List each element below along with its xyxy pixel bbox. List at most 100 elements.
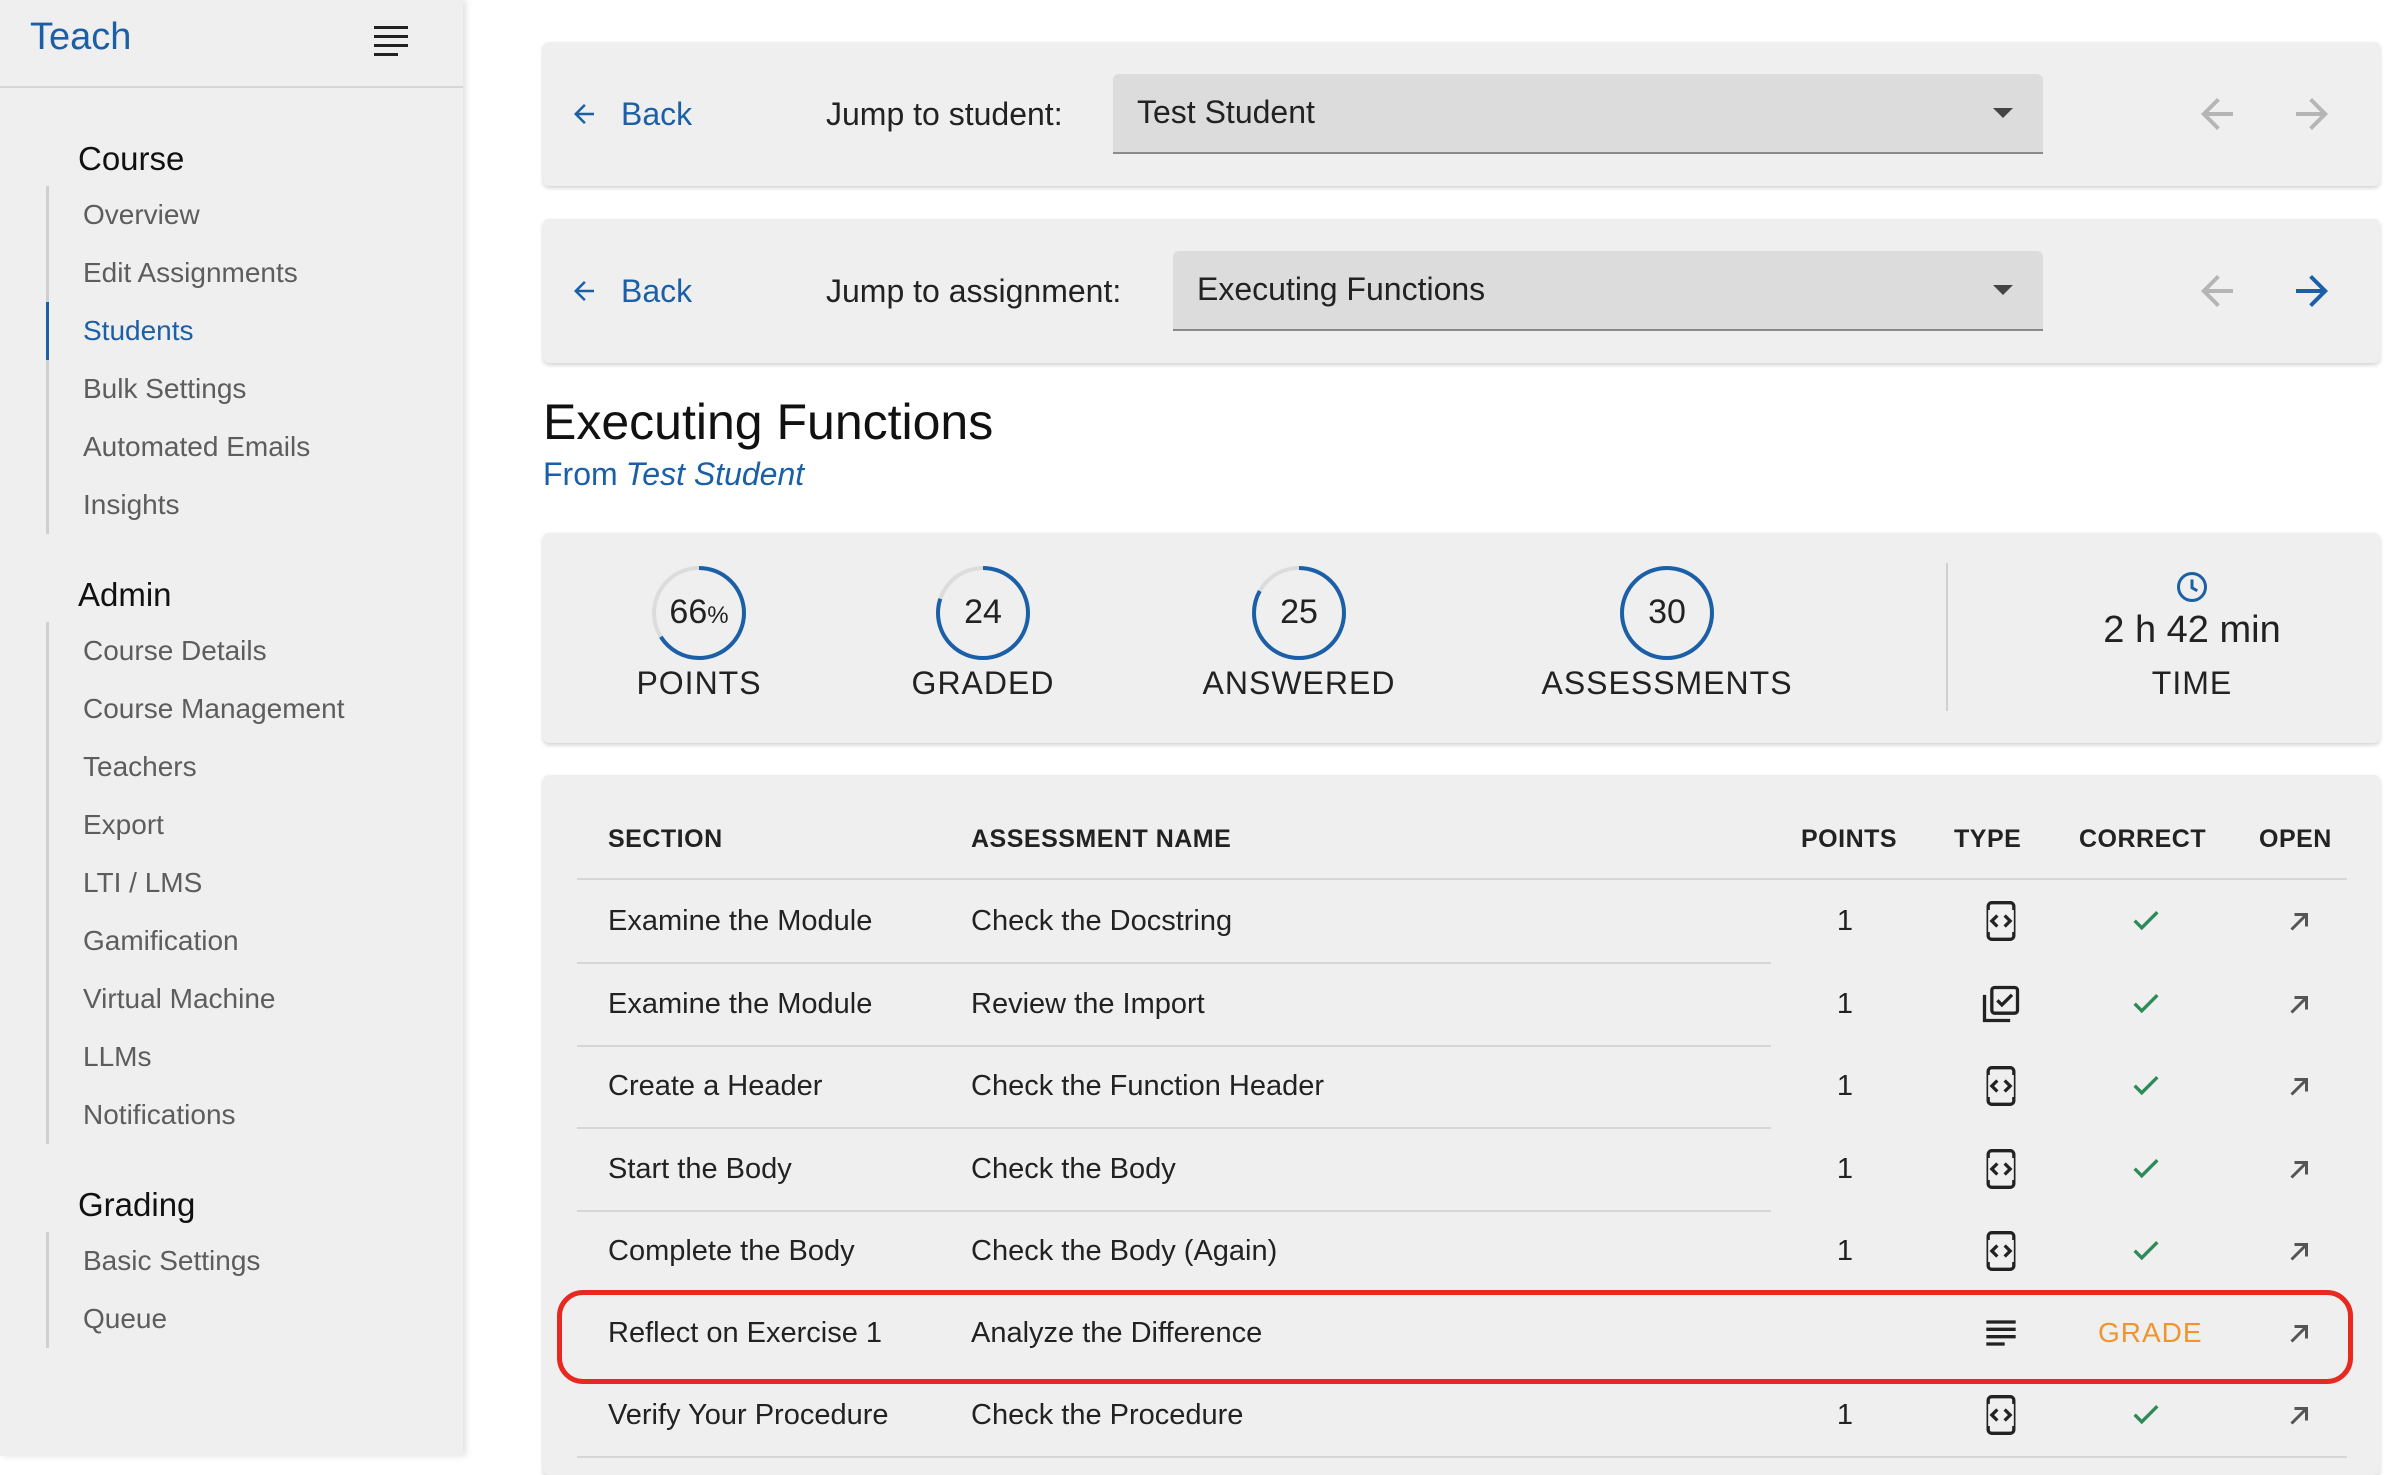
points-cell: 1 <box>1836 1235 1854 1267</box>
checkbox-list-icon <box>1982 985 2020 1023</box>
table-row[interactable]: Complete the Body Check the Body (Again)… <box>577 1210 2347 1292</box>
code-test-icon <box>1986 1231 2016 1271</box>
open-in-new-icon[interactable] <box>2281 904 2317 940</box>
sidebar: Teach Course Overview Edit Assignments S… <box>0 0 463 1456</box>
open-in-new-icon[interactable] <box>2281 1234 2317 1270</box>
sidebar-item-basic-settings[interactable]: Basic Settings <box>46 1232 260 1290</box>
nav-group-title: Admin <box>78 576 172 613</box>
back-button[interactable]: Back <box>569 84 692 144</box>
table-row[interactable]: Start the Body Check the Body 1 <box>577 1128 2347 1210</box>
sidebar-item-automated-emails[interactable]: Automated Emails <box>46 418 310 476</box>
column-header-section: SECTION <box>608 825 723 853</box>
brand-logo[interactable]: Teach <box>30 16 131 59</box>
graded-value: 24 <box>964 593 1002 631</box>
nav-group-course: Course Overview Edit Assignments Student… <box>46 140 310 534</box>
sidebar-item-lti-lms[interactable]: LTI / LMS <box>46 854 344 912</box>
sidebar-item-queue[interactable]: Queue <box>46 1290 260 1348</box>
sidebar-item-export[interactable]: Export <box>46 796 344 854</box>
nav-group-grading: Grading Basic Settings Queue <box>46 1186 260 1348</box>
chevron-down-icon <box>1993 285 2013 295</box>
back-label: Back <box>621 96 693 132</box>
assignment-select[interactable]: Executing Functions <box>1173 251 2043 331</box>
jump-to-student-label: Jump to student: <box>826 96 1063 132</box>
graded-label: GRADED <box>911 665 1055 701</box>
sidebar-item-bulk-settings[interactable]: Bulk Settings <box>46 360 310 418</box>
sidebar-item-edit-assignments[interactable]: Edit Assignments <box>46 244 310 302</box>
answered-label: ANSWERED <box>1202 665 1396 701</box>
assignment-nav-card: Back Jump to assignment: Executing Funct… <box>543 219 2380 363</box>
points-cell: 1 <box>1836 1070 1854 1102</box>
open-in-new-icon[interactable] <box>2281 1152 2317 1188</box>
open-in-new-icon[interactable] <box>2281 1069 2317 1105</box>
assessment-name-cell: Check the Function Header <box>971 1070 1325 1102</box>
nav-group-title: Grading <box>78 1186 196 1223</box>
sidebar-item-students[interactable]: Students <box>46 302 310 360</box>
check-icon <box>2133 1241 2159 1261</box>
points-cell: 1 <box>1836 905 1854 937</box>
chevron-down-icon <box>1993 108 2013 118</box>
sidebar-item-llms[interactable]: LLMs <box>46 1028 344 1086</box>
section-cell: Examine the Module <box>608 988 873 1020</box>
open-in-new-icon[interactable] <box>2281 987 2317 1023</box>
sidebar-item-insights[interactable]: Insights <box>46 476 310 534</box>
column-header-open: OPEN <box>2259 825 2332 853</box>
column-header-type: TYPE <box>1954 825 2022 853</box>
menu-icon[interactable] <box>374 26 408 56</box>
assessment-name-cell: Check the Body <box>971 1153 1176 1185</box>
nav-group-title: Course <box>78 140 185 177</box>
section-cell: Start the Body <box>608 1153 792 1185</box>
sidebar-item-teachers[interactable]: Teachers <box>46 738 344 796</box>
section-cell: Verify Your Procedure <box>608 1399 889 1431</box>
table-row[interactable]: Examine the Module Check the Docstring 1 <box>577 880 2347 962</box>
sidebar-item-gamification[interactable]: Gamification <box>46 912 344 970</box>
assessment-name-cell: Check the Procedure <box>971 1399 1244 1431</box>
next-student-arrow-icon[interactable] <box>2288 90 2336 138</box>
sidebar-header: Teach <box>0 0 463 88</box>
column-header-correct: CORRECT <box>2079 825 2207 853</box>
student-link[interactable]: Test Student <box>626 456 805 492</box>
assignment-select-value: Executing Functions <box>1197 271 1486 307</box>
sidebar-item-virtual-machine[interactable]: Virtual Machine <box>46 970 344 1028</box>
table-row[interactable]: Verify Your Procedure Check the Procedur… <box>577 1374 2347 1456</box>
time-value: 2 h 42 min <box>2103 609 2281 651</box>
check-icon <box>2133 994 2159 1014</box>
jump-to-assignment-label: Jump to assignment: <box>826 273 1122 309</box>
table-row[interactable]: Examine the Module Review the Import 1 <box>577 963 2347 1045</box>
section-cell: Examine the Module <box>608 905 873 937</box>
column-header-points: POINTS <box>1801 825 1898 853</box>
column-header-assessment-name: ASSESSMENT NAME <box>971 825 1232 853</box>
sidebar-item-overview[interactable]: Overview <box>46 186 310 244</box>
previous-assignment-arrow-icon[interactable] <box>2193 267 2241 315</box>
sidebar-item-notifications[interactable]: Notifications <box>46 1086 344 1144</box>
assessments-label: ASSESSMENTS <box>1541 665 1793 701</box>
assessment-name-cell: Check the Docstring <box>971 905 1233 937</box>
assessments-value: 30 <box>1648 593 1686 631</box>
assessment-name-cell: Review the Import <box>971 988 1205 1020</box>
sidebar-item-course-details[interactable]: Course Details <box>46 622 344 680</box>
sidebar-item-course-management[interactable]: Course Management <box>46 680 344 738</box>
previous-student-arrow-icon[interactable] <box>2193 90 2241 138</box>
code-test-icon <box>1986 901 2016 941</box>
page-subtitle: From Test Student <box>543 456 804 493</box>
check-icon <box>2133 911 2159 931</box>
back-label: Back <box>621 273 693 309</box>
code-test-icon <box>1986 1395 2016 1435</box>
nav-group-admin: Admin Course Details Course Management T… <box>46 576 344 1144</box>
arrow-left-icon <box>574 104 594 124</box>
section-cell: Complete the Body <box>608 1235 855 1267</box>
back-button[interactable]: Back <box>569 261 692 321</box>
clock-icon <box>2177 572 2207 602</box>
points-value: 66% <box>669 593 729 631</box>
next-assignment-arrow-icon[interactable] <box>2288 267 2336 315</box>
check-icon <box>2133 1076 2159 1096</box>
page-title: Executing Functions <box>543 394 994 450</box>
check-icon <box>2133 1405 2159 1425</box>
code-test-icon <box>1986 1066 2016 1106</box>
open-in-new-icon[interactable] <box>2281 1398 2317 1434</box>
student-select-value: Test Student <box>1137 94 1315 130</box>
from-label: From <box>543 456 618 492</box>
student-select[interactable]: Test Student <box>1113 74 2043 154</box>
table-row[interactable]: Create a Header Check the Function Heade… <box>577 1045 2347 1127</box>
time-label: TIME <box>2151 665 2233 701</box>
points-cell: 1 <box>1836 988 1854 1020</box>
